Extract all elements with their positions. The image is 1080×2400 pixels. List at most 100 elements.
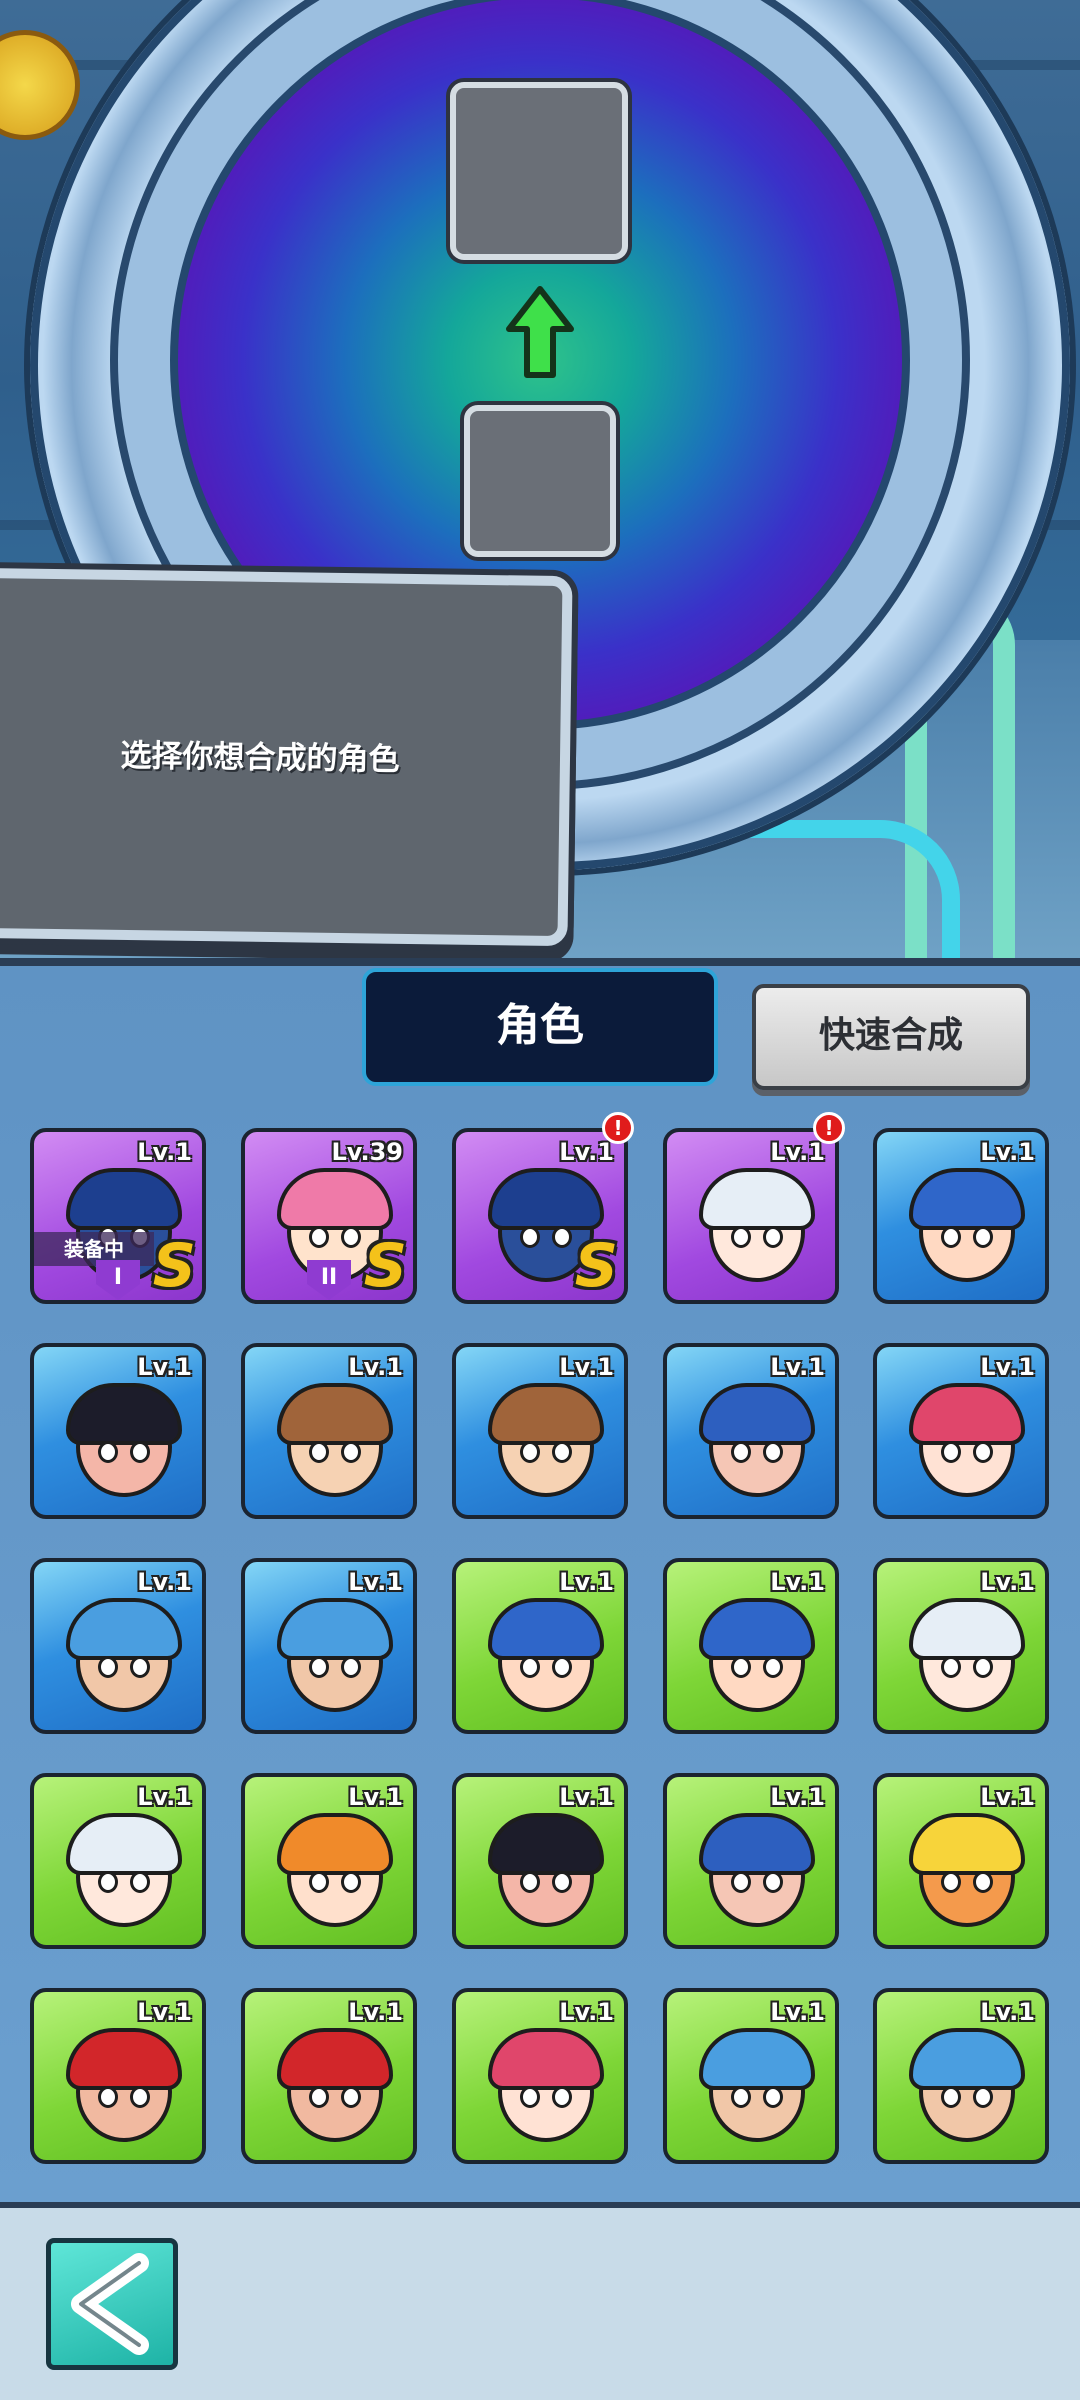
portrait-hair — [909, 1383, 1025, 1445]
character-card[interactable]: Lv.1 — [873, 1773, 1049, 1949]
character-card[interactable]: Lv.1 — [663, 1558, 839, 1734]
portrait-eye — [98, 1656, 118, 1678]
portrait-hair — [699, 2028, 815, 2090]
character-card[interactable]: Lv.1 — [663, 1773, 839, 1949]
synthesis-scene: 选择你想合成的角色 — [0, 0, 1080, 958]
character-card[interactable]: Lv.1 — [241, 1558, 417, 1734]
portrait-hair — [699, 1383, 815, 1445]
character-card[interactable]: Lv.1 — [873, 1343, 1049, 1519]
portrait-eye — [973, 1656, 993, 1678]
character-card[interactable]: Lv.1 — [30, 1558, 206, 1734]
portrait-hair — [66, 1383, 182, 1445]
character-card[interactable]: Lv.1 — [452, 1343, 628, 1519]
portrait-eye — [309, 2086, 329, 2108]
level-label: Lv.1 — [770, 1568, 825, 1596]
portrait-hair — [488, 2028, 604, 2090]
pink-goggles-girl-portrait — [905, 1383, 1029, 1507]
character-card[interactable]: Lv.1 — [452, 1988, 628, 2164]
character-card[interactable]: Lv.1 — [663, 1988, 839, 2164]
portrait-eye — [973, 1226, 993, 1248]
portrait-eye — [731, 1871, 751, 1893]
tab-roles[interactable]: 角色 — [362, 968, 718, 1086]
character-card[interactable]: Lv.1 — [30, 1988, 206, 2164]
black-beard-pirate-portrait — [62, 2028, 186, 2152]
portrait-eye — [973, 1871, 993, 1893]
cowboy-portrait — [273, 1383, 397, 1507]
silver-hair-headset-portrait — [695, 1168, 819, 1292]
portrait-hair — [699, 1813, 815, 1875]
portrait-hair — [909, 2028, 1025, 2090]
character-card[interactable]: Lv.1 — [241, 1343, 417, 1519]
character-card[interactable]: Lv.1 — [873, 1558, 1049, 1734]
character-card[interactable]: Lv.1 S 装备中 I — [30, 1128, 206, 1304]
portrait-eye — [130, 1441, 150, 1463]
character-card[interactable]: Lv.1 — [241, 1988, 417, 2164]
character-card[interactable]: Lv.1 — [873, 1988, 1049, 2164]
level-label: Lv.1 — [770, 1353, 825, 1381]
big-chin-man-portrait — [695, 1813, 819, 1937]
character-card[interactable]: Lv.1 — [452, 1558, 628, 1734]
portrait-eye — [941, 1441, 961, 1463]
character-card[interactable]: Lv.1 S — [452, 1128, 628, 1304]
portrait-eye — [552, 1871, 572, 1893]
mustache-monocle-portrait — [484, 1813, 608, 1937]
portrait-eye — [941, 1226, 961, 1248]
alert-badge-icon: ! — [602, 1112, 634, 1144]
character-card[interactable]: Lv.1 — [452, 1773, 628, 1949]
blue-creature-portrait — [905, 2028, 1029, 2152]
back-button[interactable] — [46, 2238, 178, 2370]
big-chin-man-portrait — [695, 1383, 819, 1507]
character-card[interactable]: Lv.1 — [241, 1773, 417, 1949]
portrait-eye — [520, 2086, 540, 2108]
material-slot[interactable] — [464, 405, 616, 557]
silver-hair-headset-portrait — [62, 1813, 186, 1937]
portrait-eye — [552, 1226, 572, 1248]
alert-badge-icon: ! — [813, 1112, 845, 1144]
rank-s-badge: S — [363, 1231, 407, 1301]
portrait-hair — [66, 1813, 182, 1875]
portrait-eye — [309, 1871, 329, 1893]
portrait-hair — [909, 1598, 1025, 1660]
portrait-hair — [488, 1598, 604, 1660]
quick-synthesis-button[interactable]: 快速合成 — [752, 984, 1030, 1090]
level-label: Lv.1 — [137, 1998, 192, 2026]
mustache-monocle-portrait — [62, 1383, 186, 1507]
portrait-eye — [731, 1226, 751, 1248]
portrait-eye — [552, 1656, 572, 1678]
level-label: Lv.1 — [348, 1783, 403, 1811]
level-label: Lv.39 — [331, 1138, 404, 1166]
portrait-hair — [909, 1168, 1025, 1230]
level-label: Lv.1 — [137, 1783, 192, 1811]
portrait-eye — [731, 2086, 751, 2108]
character-card[interactable]: Lv.1 — [663, 1343, 839, 1519]
level-label: Lv.1 — [559, 1783, 614, 1811]
result-slot[interactable] — [450, 82, 628, 260]
portrait-hair — [66, 2028, 182, 2090]
team-slot-marker: II — [307, 1260, 351, 1300]
portrait-eye — [309, 1656, 329, 1678]
portrait-hair — [488, 1813, 604, 1875]
portrait-eye — [98, 2086, 118, 2108]
portrait-hair — [488, 1383, 604, 1445]
portrait-hair — [277, 1168, 393, 1230]
level-label: Lv.1 — [559, 1998, 614, 2026]
blue-hair-girl-portrait — [695, 1598, 819, 1722]
bun-hair-girl-portrait — [273, 1813, 397, 1937]
portrait-eye — [520, 1656, 540, 1678]
portrait-hair — [66, 1598, 182, 1660]
character-card[interactable]: Lv.1 — [663, 1128, 839, 1304]
character-card[interactable]: Lv.1 — [30, 1773, 206, 1949]
portrait-eye — [341, 1656, 361, 1678]
character-card[interactable]: Lv.1 — [873, 1128, 1049, 1304]
portrait-hair — [277, 1813, 393, 1875]
rank-s-badge: S — [574, 1231, 618, 1301]
pink-goggles-girl-portrait — [484, 2028, 608, 2152]
silver-hair-headset-portrait — [905, 1598, 1029, 1722]
portrait-eye — [763, 2086, 783, 2108]
level-label: Lv.1 — [980, 1353, 1035, 1381]
portrait-eye — [341, 2086, 361, 2108]
portrait-eye — [520, 1871, 540, 1893]
portrait-eye — [941, 1656, 961, 1678]
character-card[interactable]: Lv.1 — [30, 1343, 206, 1519]
character-card[interactable]: Lv.39 S II — [241, 1128, 417, 1304]
